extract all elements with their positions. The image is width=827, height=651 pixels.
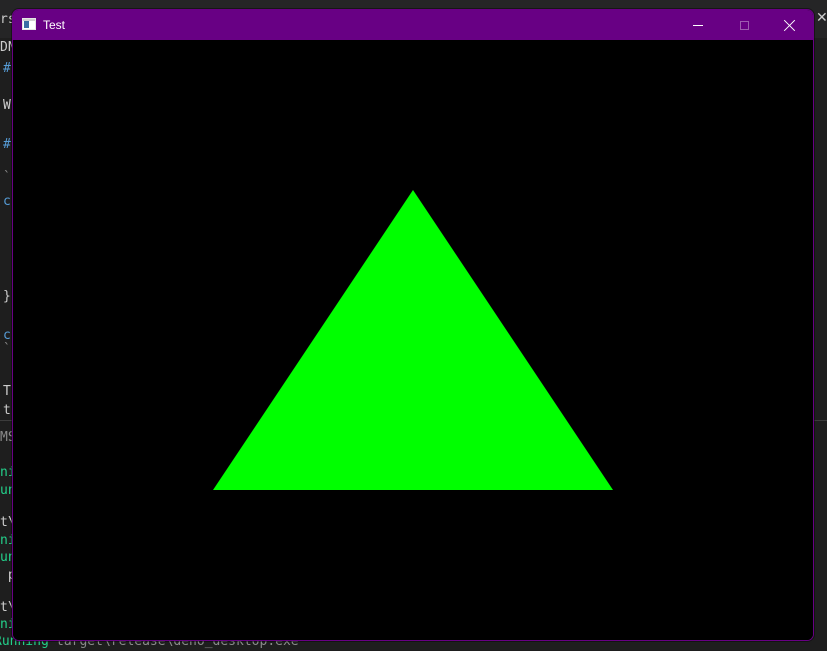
title-bar[interactable]: Test	[13, 10, 813, 40]
bg-text-fragment: }	[3, 289, 11, 304]
app-window-icon	[22, 18, 36, 30]
render-surface	[213, 190, 613, 490]
panel-divider	[812, 420, 827, 421]
render-canvas[interactable]	[13, 40, 813, 640]
bg-text-fragment: #	[3, 61, 11, 76]
green-triangle	[213, 190, 613, 490]
bg-text-fragment: W	[3, 98, 11, 113]
app-window: Test	[12, 9, 814, 641]
minimize-button[interactable]	[675, 10, 721, 40]
close-icon	[784, 19, 796, 31]
close-button[interactable]	[767, 10, 813, 40]
bg-text-fragment: t	[3, 403, 11, 418]
bg-text-fragment: c	[3, 194, 11, 209]
minimize-icon	[693, 24, 703, 26]
maximize-button[interactable]	[721, 10, 767, 40]
bg-text-fragment: `	[3, 170, 11, 185]
window-title: Test	[43, 18, 66, 32]
bg-text-fragment: #	[3, 137, 11, 152]
bg-text-fragment: T	[3, 384, 11, 399]
background-close-icon[interactable]: ✕	[816, 10, 827, 26]
bg-text-fragment: `	[3, 342, 11, 357]
maximize-icon	[739, 20, 749, 30]
